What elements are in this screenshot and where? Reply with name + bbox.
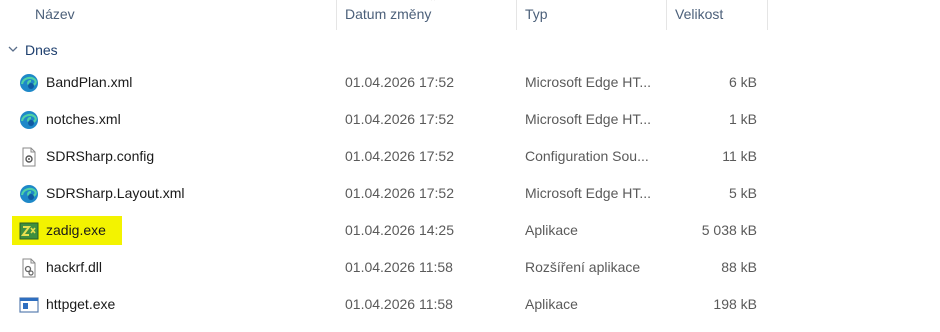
file-name: hackrf.dll — [46, 259, 103, 275]
file-row[interactable]: BandPlan.xml 01.04.2026 17:52 Microsoft … — [0, 64, 940, 101]
file-row[interactable]: hackrf.dll 01.04.2026 11:58 Rozšíření ap… — [0, 249, 940, 286]
exe-app-icon — [19, 297, 39, 313]
config-file-icon — [22, 147, 36, 167]
zadig-app-icon — [19, 222, 39, 240]
file-date: 01.04.2026 14:25 — [345, 222, 454, 238]
file-type: Microsoft Edge HT... — [525, 111, 652, 127]
file-row[interactable]: SDRSharp.config 01.04.2026 17:52 Configu… — [0, 138, 940, 175]
column-header-date[interactable]: Datum změny — [336, 0, 431, 30]
file-type: Rozšíření aplikace — [525, 259, 641, 275]
column-divider[interactable] — [767, 0, 768, 30]
file-date: 01.04.2026 17:52 — [345, 185, 454, 201]
file-row[interactable]: zadig.exe 01.04.2026 14:25 Aplikace 5 03… — [0, 212, 940, 249]
file-date: 01.04.2026 11:58 — [345, 259, 453, 275]
file-type: Configuration Sou... — [525, 148, 649, 164]
file-date: 01.04.2026 17:52 — [345, 148, 454, 164]
file-type: Microsoft Edge HT... — [525, 74, 652, 90]
edge-icon — [20, 74, 38, 92]
file-type: Microsoft Edge HT... — [525, 185, 652, 201]
file-date: 01.04.2026 17:52 — [345, 74, 454, 90]
file-row[interactable]: notches.xml 01.04.2026 17:52 Microsoft E… — [0, 101, 940, 138]
file-type: Aplikace — [525, 222, 578, 238]
file-size: 11 kB — [722, 148, 757, 164]
file-size: 5 038 kB — [701, 222, 757, 238]
file-date: 01.04.2026 17:52 — [345, 111, 454, 127]
file-size: 5 kB — [728, 185, 757, 201]
file-row[interactable]: SDRSharp.Layout.xml 01.04.2026 17:52 Mic… — [0, 175, 940, 212]
group-header-today[interactable]: Dnes — [0, 40, 300, 62]
file-size: 6 kB — [728, 74, 757, 90]
group-label: Dnes — [25, 42, 58, 58]
column-header-name[interactable]: Název — [26, 0, 75, 30]
file-row[interactable]: httpget.exe 01.04.2026 11:58 Aplikace 19… — [0, 286, 940, 323]
file-name: SDRSharp.Layout.xml — [46, 185, 185, 201]
file-name: SDRSharp.config — [46, 148, 155, 164]
file-size: 1 kB — [728, 111, 757, 127]
file-name: BandPlan.xml — [46, 74, 133, 90]
column-header-size[interactable]: Velikost — [666, 0, 723, 30]
dll-file-icon — [22, 258, 36, 278]
file-date: 01.04.2026 11:58 — [345, 296, 453, 312]
edge-icon — [20, 185, 38, 203]
column-header-type[interactable]: Typ — [516, 0, 548, 30]
file-name: zadig.exe — [46, 222, 106, 238]
column-header-bar: Název ⌃ Datum změny Typ Velikost — [0, 0, 768, 30]
edge-icon — [20, 111, 38, 129]
chevron-down-icon[interactable] — [8, 44, 18, 54]
file-name: httpget.exe — [46, 296, 116, 312]
file-type: Aplikace — [525, 296, 578, 312]
file-name: notches.xml — [46, 111, 121, 127]
file-size: 198 kB — [713, 296, 757, 312]
file-size: 88 kB — [721, 259, 757, 275]
